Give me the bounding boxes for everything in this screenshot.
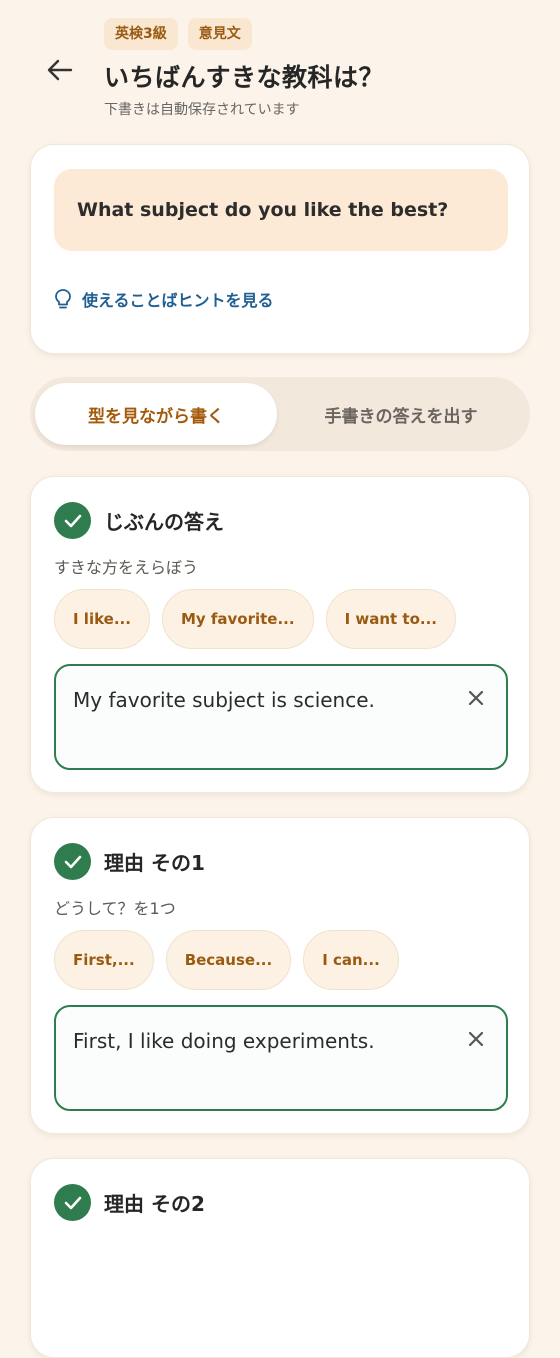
mode-template-button[interactable]: 型を見ながら書く [35,383,277,445]
page-title: いちばんすきな教科は？ [104,63,385,92]
tag-level: 英検3級 [104,18,178,50]
phrase-chip[interactable]: I like... [54,589,150,649]
question-text: What subject do you like the best? [77,199,449,221]
tag-list: 英検3級 意見文 [104,18,252,50]
step-title: 理由 その1 [104,851,205,875]
mode-handwritten-button[interactable]: 手書きの答えを出す [280,383,522,445]
step-card-reason-1: 理由 その1 どうして？を1つ First,... Because... I c… [30,817,530,1134]
header: 英検3級 意見文 いちばんすきな教科は？ 下書きは自動保存されています [0,0,560,140]
close-icon [468,690,484,706]
question-box: What subject do you like the best? [54,169,508,251]
phrase-chips: First,... Because... I can... [54,930,399,990]
phrase-chip[interactable]: My favorite... [161,589,314,649]
step-subtitle: どうして？を1つ [54,899,176,918]
check-icon [54,1184,91,1221]
check-icon [54,843,91,880]
step-subtitle: すきな方をえらぼう [54,558,199,577]
clear-button[interactable] [464,1027,488,1051]
step-card-answer: じぶんの答え すきな方をえらぼう I like... My favorite..… [30,476,530,793]
save-status: 下書きは自動保存されています [104,102,300,118]
step-card-reason-2: 理由 その2 [30,1158,530,1358]
answer-input[interactable]: My favorite subject is science. [54,664,508,770]
clear-button[interactable] [464,686,488,710]
tag-type: 意見文 [187,18,252,50]
lightbulb-icon [55,289,71,309]
phrase-chip[interactable]: Because... [165,930,292,990]
mode-toggle: 型を見ながら書く 手書きの答えを出す [30,377,530,451]
hint-label: 使えることばヒントを見る [82,291,274,310]
answer-text[interactable]: First, I like doing experiments. [73,1029,375,1053]
back-button[interactable] [40,50,80,90]
phrase-chip[interactable]: I can... [303,930,399,990]
prompt-card: What subject do you like the best? 使えること… [30,144,530,354]
phrase-chip[interactable]: First,... [54,930,154,990]
close-icon [468,1031,484,1047]
phrase-chips: I like... My favorite... I want to... [54,589,457,649]
step-title: じぶんの答え [104,510,224,534]
answer-input[interactable]: First, I like doing experiments. [54,1005,508,1111]
arrow-left-icon [47,59,73,81]
hint-link[interactable]: 使えることばヒントを見る [54,287,274,311]
phrase-chip[interactable]: I want to... [325,589,457,649]
step-title: 理由 その2 [104,1192,205,1216]
answer-text[interactable]: My favorite subject is science. [73,688,375,712]
check-icon [54,502,91,539]
